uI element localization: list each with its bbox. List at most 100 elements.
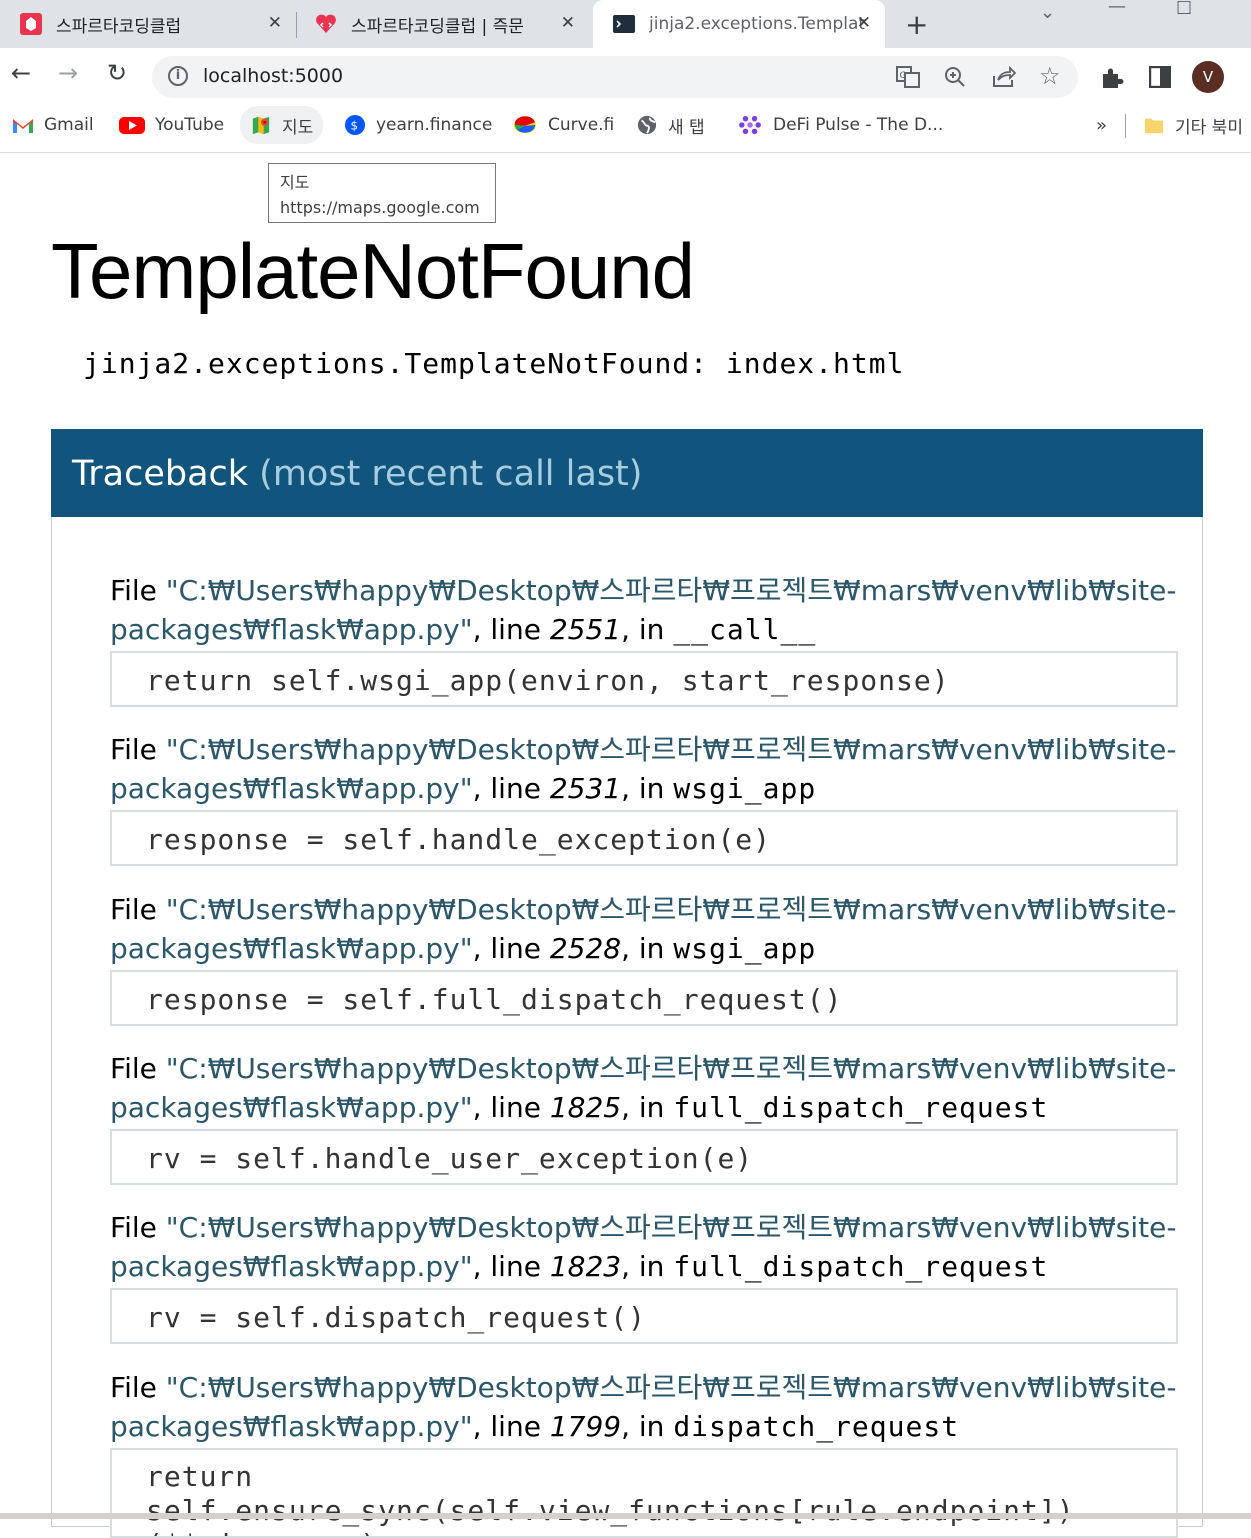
translate-icon[interactable]: G	[896, 66, 920, 88]
traceback-frame[interactable]: File "C:₩Users₩happy₩Desktop₩스파르타₩프로젝트₩m…	[110, 730, 1190, 866]
tab-title: 스파르타코딩클럽 | 즉문	[351, 16, 524, 37]
tab-search-icon[interactable]: ⌄	[1040, 2, 1055, 23]
extensions-puzzle-icon[interactable]	[1100, 66, 1124, 90]
frame-location: File "C:₩Users₩happy₩Desktop₩스파르타₩프로젝트₩m…	[110, 1211, 1177, 1283]
forward-arrow-icon[interactable]: →	[58, 59, 78, 87]
bookmark-other-folder[interactable]: 기타 북미	[1143, 106, 1243, 144]
maps-icon	[252, 116, 270, 135]
traceback-header: Traceback (most recent call last)	[51, 429, 1203, 517]
tab-spartacodingclub[interactable]: 스파르타코딩클럽 ✕	[0, 0, 296, 48]
frame-filename: "C:₩Users₩happy₩Desktop₩스파르타₩프로젝트₩mars₩v…	[165, 1052, 1177, 1085]
globe-icon	[637, 115, 657, 135]
tooltip-title: 지도	[280, 173, 310, 192]
tab-title: jinja2.exceptions.Templat	[649, 14, 865, 34]
frame-source-line[interactable]: response = self.handle_exception(e)	[110, 810, 1178, 866]
browser-toolbar: ← → ↻ i localhost:5000 G ☆ V	[0, 48, 1251, 106]
frame-line-number: 2551	[549, 613, 622, 646]
page-title: TemplateNotFound	[51, 227, 695, 315]
frame-filename: packages₩flask₩app.py"	[110, 613, 473, 646]
frame-location: File "C:₩Users₩happy₩Desktop₩스파르타₩프로젝트₩m…	[110, 574, 1177, 646]
frame-filename: "C:₩Users₩happy₩Desktop₩스파르타₩프로젝트₩mars₩v…	[165, 733, 1177, 766]
site-info-icon[interactable]: i	[168, 66, 188, 86]
traceback-frame[interactable]: File "C:₩Users₩happy₩Desktop₩스파르타₩프로젝트₩m…	[110, 1049, 1190, 1185]
tab-title: 스파르타코딩클럽	[56, 16, 182, 37]
traceback-frame[interactable]: File "C:₩Users₩happy₩Desktop₩스파르타₩프로젝트₩m…	[110, 890, 1190, 1026]
frame-filename: packages₩flask₩app.py"	[110, 1410, 473, 1443]
tab-spartacodingclub-qna[interactable]: 스파르타코딩클럽 | 즉문 ✕	[297, 0, 589, 48]
frame-line-number: 2528	[549, 932, 622, 965]
frame-filename: "C:₩Users₩happy₩Desktop₩스파르타₩프로젝트₩mars₩v…	[165, 1211, 1177, 1244]
star-bookmark-icon[interactable]: ☆	[1039, 62, 1061, 90]
defipulse-icon	[739, 115, 761, 135]
gmail-icon	[13, 119, 33, 133]
frame-function: full_dispatch_request	[673, 1250, 1049, 1283]
traceback-subtitle: (most recent call last)	[259, 454, 643, 494]
bookmarks-overflow-button[interactable]: »	[1096, 106, 1107, 144]
address-bar[interactable]: i localhost:5000 G ☆	[152, 56, 1078, 98]
youtube-icon	[119, 117, 145, 134]
frame-location: File "C:₩Users₩happy₩Desktop₩스파르타₩프로젝트₩m…	[110, 893, 1177, 965]
bookmark-maps[interactable]: 지도	[240, 106, 324, 144]
bookmark-youtube[interactable]: YouTube	[119, 106, 224, 144]
terminal-icon	[613, 15, 635, 33]
close-icon[interactable]: ✕	[857, 13, 871, 33]
zoom-icon[interactable]	[944, 66, 966, 88]
folder-icon	[1144, 118, 1164, 134]
back-arrow-icon[interactable]: ←	[11, 59, 31, 87]
minimize-icon[interactable]: —	[1108, 0, 1126, 17]
yearn-icon: $	[345, 115, 365, 135]
profile-avatar[interactable]: V	[1192, 61, 1224, 93]
frame-location: File "C:₩Users₩happy₩Desktop₩스파르타₩프로젝트₩m…	[110, 1371, 1177, 1443]
frame-source-line[interactable]: response = self.full_dispatch_request()	[110, 970, 1178, 1026]
maximize-icon[interactable]: ☐	[1176, 0, 1192, 19]
frame-filename: packages₩flask₩app.py"	[110, 932, 473, 965]
bookmark-tooltip: 지도 https://maps.google.com	[268, 163, 496, 223]
frame-line-number: 1825	[549, 1091, 622, 1124]
bookmark-yearn[interactable]: $ yearn.finance	[344, 106, 492, 144]
traceback-label: Traceback	[72, 454, 249, 494]
curve-icon	[514, 116, 536, 134]
share-icon[interactable]	[992, 66, 1016, 88]
bookmark-defipulse[interactable]: DeFi Pulse - The D...	[737, 106, 943, 144]
frame-function: full_dispatch_request	[673, 1091, 1049, 1124]
bookmarks-separator	[1125, 114, 1126, 138]
frame-source-line[interactable]: return self.wsgi_app(environ, start_resp…	[110, 651, 1178, 707]
close-icon[interactable]: ✕	[561, 13, 575, 33]
spartacodingclub-heart-icon	[316, 14, 336, 33]
tooltip-url: https://maps.google.com	[280, 198, 480, 217]
frame-source-line[interactable]: rv = self.dispatch_request()	[110, 1288, 1178, 1344]
frame-source-line[interactable]: rv = self.handle_user_exception(e)	[110, 1129, 1178, 1185]
bookmark-gmail[interactable]: Gmail	[12, 106, 94, 144]
frame-filename: packages₩flask₩app.py"	[110, 1250, 473, 1283]
frame-filename: "C:₩Users₩happy₩Desktop₩스파르타₩프로젝트₩mars₩v…	[165, 574, 1177, 607]
frame-filename: packages₩flask₩app.py"	[110, 1091, 473, 1124]
traceback-frame[interactable]: File "C:₩Users₩happy₩Desktop₩스파르타₩프로젝트₩m…	[110, 571, 1190, 707]
frame-function: wsgi_app	[673, 932, 817, 965]
bookmark-curve[interactable]: Curve.fi	[512, 106, 614, 144]
bookmark-new-tab[interactable]: 새 탭	[636, 106, 705, 144]
tab-jinja2-error[interactable]: jinja2.exceptions.Templat ✕	[593, 0, 885, 48]
frame-function: __call__	[673, 613, 817, 646]
frame-location: File "C:₩Users₩happy₩Desktop₩스파르타₩프로젝트₩m…	[110, 1052, 1177, 1124]
tab-strip: 스파르타코딩클럽 ✕ 스파르타코딩클럽 | 즉문 ✕ jinja2.except…	[0, 0, 1251, 48]
window-bottom-edge	[0, 1513, 1251, 1519]
frame-line-number: 1823	[549, 1250, 622, 1283]
frame-source-line[interactable]: return self.ensure_sync(self.view_functi…	[110, 1448, 1178, 1538]
frame-line-number: 1799	[549, 1410, 622, 1443]
frame-function: dispatch_request	[673, 1410, 960, 1443]
side-panel-icon[interactable]	[1149, 66, 1171, 88]
close-icon[interactable]: ✕	[268, 13, 282, 33]
traceback-frame[interactable]: File "C:₩Users₩happy₩Desktop₩스파르타₩프로젝트₩m…	[110, 1208, 1190, 1344]
frame-filename: "C:₩Users₩happy₩Desktop₩스파르타₩프로젝트₩mars₩v…	[165, 1371, 1177, 1404]
frame-filename: packages₩flask₩app.py"	[110, 772, 473, 805]
new-tab-button[interactable]: +	[905, 8, 928, 41]
svg-text:$: $	[350, 119, 358, 133]
bookmarks-bar: Gmail YouTube 지도 $ yearn.finance Curve.f…	[0, 106, 1251, 153]
frame-filename: "C:₩Users₩happy₩Desktop₩스파르타₩프로젝트₩mars₩v…	[165, 893, 1177, 926]
frame-line-number: 2531	[549, 772, 622, 805]
reload-icon[interactable]: ↻	[107, 59, 127, 87]
frame-location: File "C:₩Users₩happy₩Desktop₩스파르타₩프로젝트₩m…	[110, 733, 1177, 805]
frame-function: wsgi_app	[673, 772, 817, 805]
error-message: jinja2.exceptions.TemplateNotFound: inde…	[83, 347, 905, 380]
address-url: localhost:5000	[203, 65, 344, 87]
